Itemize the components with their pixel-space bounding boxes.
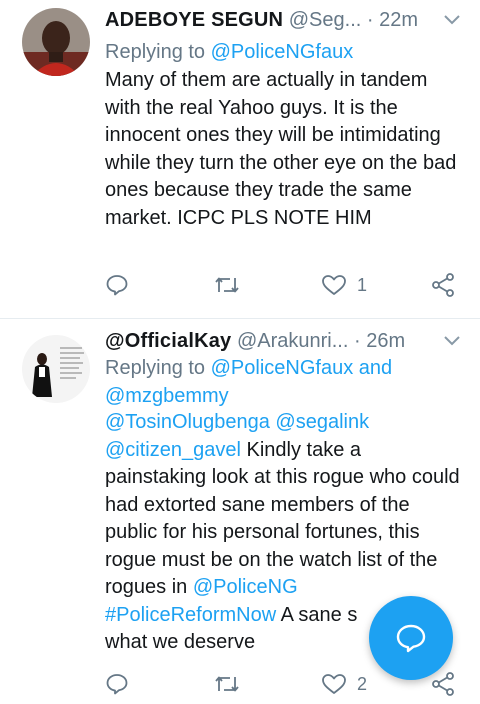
replying-and: and [353, 357, 393, 379]
tweet-text-part: A sane s [276, 603, 358, 626]
tweet-text-part: Kindly take a painstaking look at this r… [105, 438, 460, 599]
like-button[interactable]: 2 [321, 668, 367, 700]
mention-link[interactable]: @TosinOlugbenga [105, 411, 270, 433]
avatar[interactable] [22, 335, 90, 403]
reply-button[interactable] [105, 668, 129, 700]
mention-link[interactable]: @citizen_gavel [105, 439, 241, 461]
like-icon [322, 674, 346, 694]
author-handle[interactable]: @Arakunri... [237, 330, 348, 352]
like-count: 1 [357, 274, 368, 295]
compose-reply-icon [396, 624, 426, 653]
separator-dot: · [366, 9, 374, 31]
author-handle[interactable]: @Seg... [289, 9, 362, 31]
tweet-actions: 1 [105, 269, 480, 301]
share-icon [432, 672, 454, 696]
like-icon [322, 275, 346, 295]
like-button[interactable]: 1 [321, 269, 367, 301]
replying-to: Replying to @PoliceNGfaux and @mzgbemmy [105, 354, 464, 410]
avatar-image [22, 335, 90, 403]
retweet-icon [215, 676, 239, 692]
separator-dot: · [353, 330, 361, 352]
tweet[interactable]: ADEBOYE SEGUN @Seg... · 22m Replying to … [0, 0, 480, 319]
reply-icon [106, 674, 128, 695]
replying-to-link[interactable]: @mzgbemmy [105, 385, 229, 407]
replying-to-link[interactable]: @PoliceNGfaux [211, 41, 354, 63]
tweet-header: ADEBOYE SEGUN @Seg... · 22m [105, 4, 480, 36]
share-icon [432, 273, 454, 297]
like-count: 2 [357, 673, 368, 694]
tweet-text: Many of them are actually in tandem with… [105, 69, 457, 229]
chevron-down-icon[interactable] [442, 4, 462, 36]
retweet-icon [215, 277, 239, 293]
timestamp[interactable]: 26m [366, 330, 405, 352]
author-name[interactable]: ADEBOYE SEGUN [105, 9, 283, 31]
replying-prefix: Replying to [105, 41, 211, 63]
tweet-text-part: what we deserve [105, 631, 256, 653]
mention-link[interactable]: @segalink [275, 411, 369, 433]
retweet-button[interactable] [213, 269, 241, 301]
share-button[interactable] [430, 269, 456, 301]
reply-icon [106, 275, 128, 296]
author-name[interactable]: @OfficialKay [105, 330, 231, 352]
compose-reply-button[interactable] [369, 596, 453, 680]
avatar-image [22, 8, 90, 76]
mention-link[interactable]: @PoliceNG [193, 576, 298, 598]
tweet-header: @OfficialKay @Arakunri... · 26m [105, 325, 480, 357]
timestamp[interactable]: 22m [379, 9, 418, 31]
hashtag-link[interactable]: #PoliceReformNow [105, 604, 276, 626]
replying-to: Replying to @PoliceNGfaux [105, 38, 464, 66]
reply-button[interactable] [105, 269, 129, 301]
avatar[interactable] [22, 8, 90, 76]
chevron-down-icon[interactable] [442, 325, 462, 357]
replying-to-link[interactable]: @PoliceNGfaux [211, 357, 354, 379]
replying-prefix: Replying to [105, 357, 211, 379]
retweet-button[interactable] [213, 668, 241, 700]
